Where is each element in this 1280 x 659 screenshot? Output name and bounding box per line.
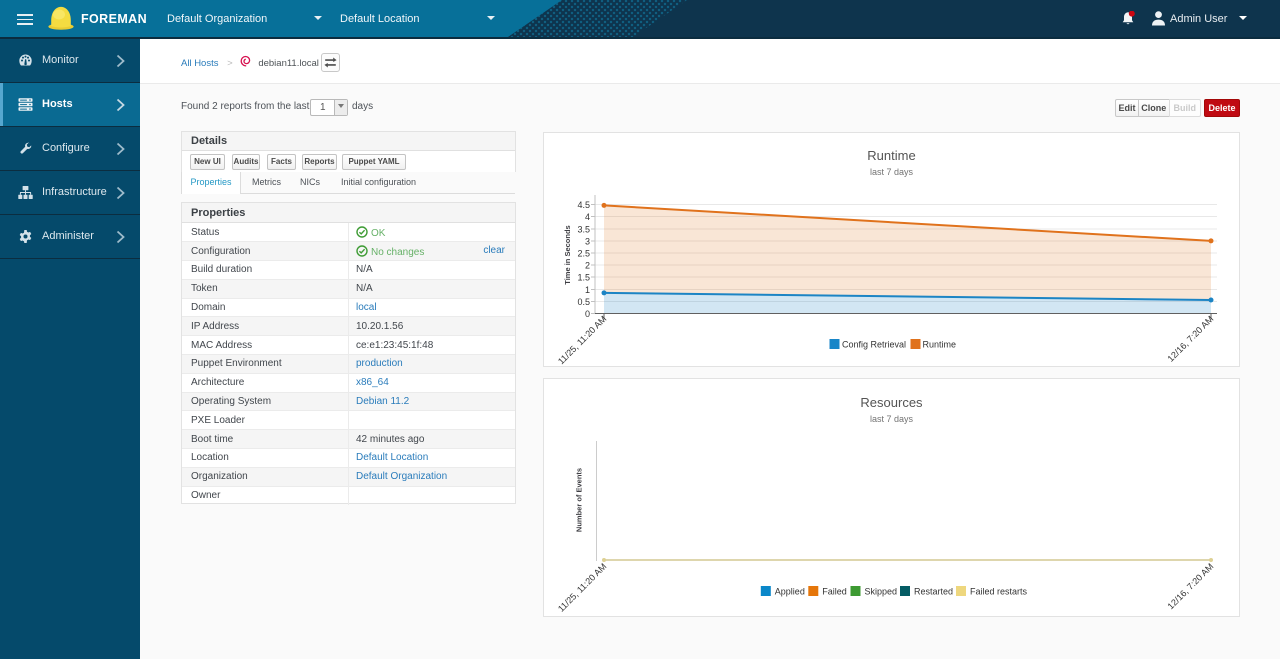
svg-text:12/16, 7:20 AM: 12/16, 7:20 AM [1166,314,1216,364]
svg-text:Restarted: Restarted [914,587,953,597]
svg-text:11/25, 11:20 AM: 11/25, 11:20 AM [556,561,608,613]
svg-text:2.5: 2.5 [577,249,590,259]
svg-text:2: 2 [585,261,590,271]
svg-text:11/25, 11:20 AM: 11/25, 11:20 AM [556,314,608,366]
svg-text:1.5: 1.5 [577,273,590,283]
svg-text:Skipped: Skipped [865,587,898,597]
svg-text:3.5: 3.5 [577,224,590,234]
svg-text:Applied: Applied [775,587,805,597]
svg-text:4.5: 4.5 [577,200,590,210]
svg-text:Time in Seconds: Time in Seconds [563,225,572,284]
svg-text:Runtime: Runtime [923,340,957,350]
svg-text:0: 0 [585,309,590,319]
svg-text:Failed: Failed [822,587,847,597]
svg-text:3: 3 [585,236,590,246]
svg-text:0.5: 0.5 [577,297,590,307]
svg-text:4: 4 [585,212,590,222]
svg-text:1: 1 [585,285,590,295]
svg-text:Failed restarts: Failed restarts [970,587,1028,597]
svg-text:Config Retrieval: Config Retrieval [842,340,906,350]
svg-text:12/16, 7:20 AM: 12/16, 7:20 AM [1166,561,1216,611]
svg-text:Number of Events: Number of Events [575,468,584,532]
